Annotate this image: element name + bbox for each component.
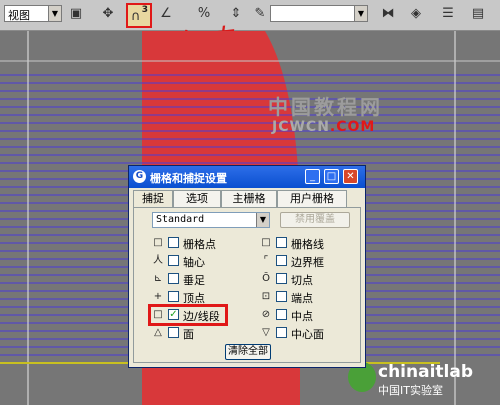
- tangent-icon: Ō: [262, 273, 270, 284]
- center-face-icon: ▽: [262, 327, 270, 338]
- checkbox[interactable]: [276, 237, 287, 248]
- bounding-box-icon: ⌜: [263, 255, 269, 266]
- minimize-icon[interactable]: _: [305, 169, 320, 184]
- view-combo[interactable]: 视图 ▼: [4, 5, 62, 22]
- checkbox[interactable]: [276, 327, 287, 338]
- option-label: 切点: [291, 274, 313, 287]
- magnet-icon: ∩: [131, 9, 141, 24]
- layer-manager-icon[interactable]: ☰: [440, 6, 456, 22]
- grid-point-icon: □: [153, 237, 163, 248]
- watermark-url-suffix: .COM: [329, 119, 376, 135]
- perpendicular-icon: ⊾: [153, 273, 163, 284]
- maximize-icon[interactable]: □: [324, 169, 339, 184]
- checkbox[interactable]: [276, 291, 287, 302]
- watermark-site-name: 中国教程网: [268, 95, 383, 119]
- edge-option-highlight: [148, 304, 228, 326]
- clear-all-button[interactable]: 清除全部: [225, 344, 271, 360]
- snap-option-perpendicular[interactable]: ⊾ 垂足: [152, 272, 252, 287]
- curve-editor-icon[interactable]: ▤: [470, 6, 486, 22]
- option-label: 中点: [291, 310, 313, 323]
- endpoint-icon: ⊡: [261, 291, 271, 302]
- watermark-url: JCWCN.COM: [272, 119, 375, 135]
- option-label: 栅格线: [291, 238, 324, 251]
- snap-option-pivot[interactable]: 人 轴心: [152, 254, 252, 269]
- option-label: 中心面: [291, 328, 324, 341]
- snap-toggle-button[interactable]: ∩ 3: [126, 3, 152, 28]
- dialog-titlebar[interactable]: G 栅格和捕捉设置 _ □ ✕: [129, 166, 365, 188]
- select-object-icon[interactable]: ▣: [68, 6, 84, 22]
- named-selection-combo[interactable]: ▼: [270, 5, 368, 22]
- option-label: 栅格点: [183, 238, 216, 251]
- chinaitlab-logo-subtitle: 中国IT实验室: [378, 384, 443, 397]
- checkbox[interactable]: [276, 309, 287, 320]
- option-label: 轴心: [183, 256, 205, 269]
- snap-option-grid-lines[interactable]: □ 栅格线: [260, 236, 360, 251]
- option-label: 面: [183, 328, 194, 341]
- view-combo-value: 视图: [8, 9, 30, 22]
- dialog-title: 栅格和捕捉设置: [150, 172, 227, 185]
- option-label: 边界框: [291, 256, 324, 269]
- chinaitlab-logo-text: chinaitlab: [378, 362, 474, 382]
- checkbox[interactable]: [276, 255, 287, 266]
- face-icon: △: [154, 327, 162, 338]
- grid-line-icon: □: [261, 237, 271, 248]
- close-icon[interactable]: ✕: [343, 169, 358, 184]
- snap-option-midpoint[interactable]: ⊘ 中点: [260, 308, 360, 323]
- checkbox[interactable]: [168, 273, 179, 284]
- grid-snap-settings-dialog: G 栅格和捕捉设置 _ □ ✕ 捕捉 选项 主栅格 用户栅格 Standard …: [128, 165, 366, 368]
- mirror-icon[interactable]: ⧓: [380, 6, 396, 22]
- checkbox[interactable]: [168, 327, 179, 338]
- midpoint-icon: ⊘: [261, 309, 271, 320]
- move-icon[interactable]: ✥: [100, 6, 116, 22]
- app-icon: G: [133, 170, 146, 183]
- align-icon[interactable]: ◈: [408, 6, 424, 22]
- tab-user-grids[interactable]: 用户栅格: [277, 190, 347, 207]
- snap-option-grid-points[interactable]: □ 栅格点: [152, 236, 252, 251]
- snap-mode-label: 3: [141, 5, 148, 15]
- angle-snap-icon[interactable]: ∠: [158, 6, 174, 22]
- option-label: 垂足: [183, 274, 205, 287]
- snap-option-center-face[interactable]: ▽ 中心面: [260, 326, 360, 341]
- snap-option-bounding-box[interactable]: ⌜ 边界框: [260, 254, 360, 269]
- tab-options[interactable]: 选项: [173, 190, 221, 207]
- watermark-url-prefix: JCWCN: [272, 119, 330, 135]
- snap-option-tangent[interactable]: Ō 切点: [260, 272, 360, 287]
- tab-home-grid[interactable]: 主栅格: [221, 190, 277, 207]
- chevron-down-icon[interactable]: ▼: [256, 213, 269, 227]
- checkbox[interactable]: [168, 255, 179, 266]
- tab-snaps[interactable]: 捕捉: [133, 190, 173, 208]
- dialog-tabs: 捕捉 选项 主栅格 用户栅格: [133, 190, 361, 208]
- checkbox[interactable]: [168, 291, 179, 302]
- checkbox[interactable]: [168, 237, 179, 248]
- snap-option-face[interactable]: △ 面: [152, 326, 252, 341]
- override-off-button[interactable]: 禁用覆盖: [280, 212, 350, 228]
- chevron-down-icon[interactable]: ▼: [354, 6, 367, 21]
- snap-option-vertex[interactable]: + 顶点: [152, 290, 252, 305]
- preset-combo[interactable]: Standard ▼: [152, 212, 270, 228]
- snaps-panel: Standard ▼ 禁用覆盖 □ 栅格点 人 轴心 ⊾ 垂足 + 顶点 □ ✓: [133, 207, 361, 363]
- pivot-icon: 人: [153, 255, 163, 266]
- main-toolbar: 视图 ▼ ▣ ✥ ∩ 3 ∠ % ⇕ ✎ ▼ ⧓ ◈ ☰ ▤: [0, 0, 500, 31]
- checkbox[interactable]: [276, 273, 287, 284]
- snap-option-endpoint[interactable]: ⊡ 端点: [260, 290, 360, 305]
- preset-combo-value: Standard: [156, 214, 205, 225]
- vertex-icon: +: [153, 291, 163, 302]
- option-label: 端点: [291, 292, 313, 305]
- chevron-down-icon[interactable]: ▼: [48, 6, 61, 21]
- named-selection-icon[interactable]: ✎: [252, 6, 268, 22]
